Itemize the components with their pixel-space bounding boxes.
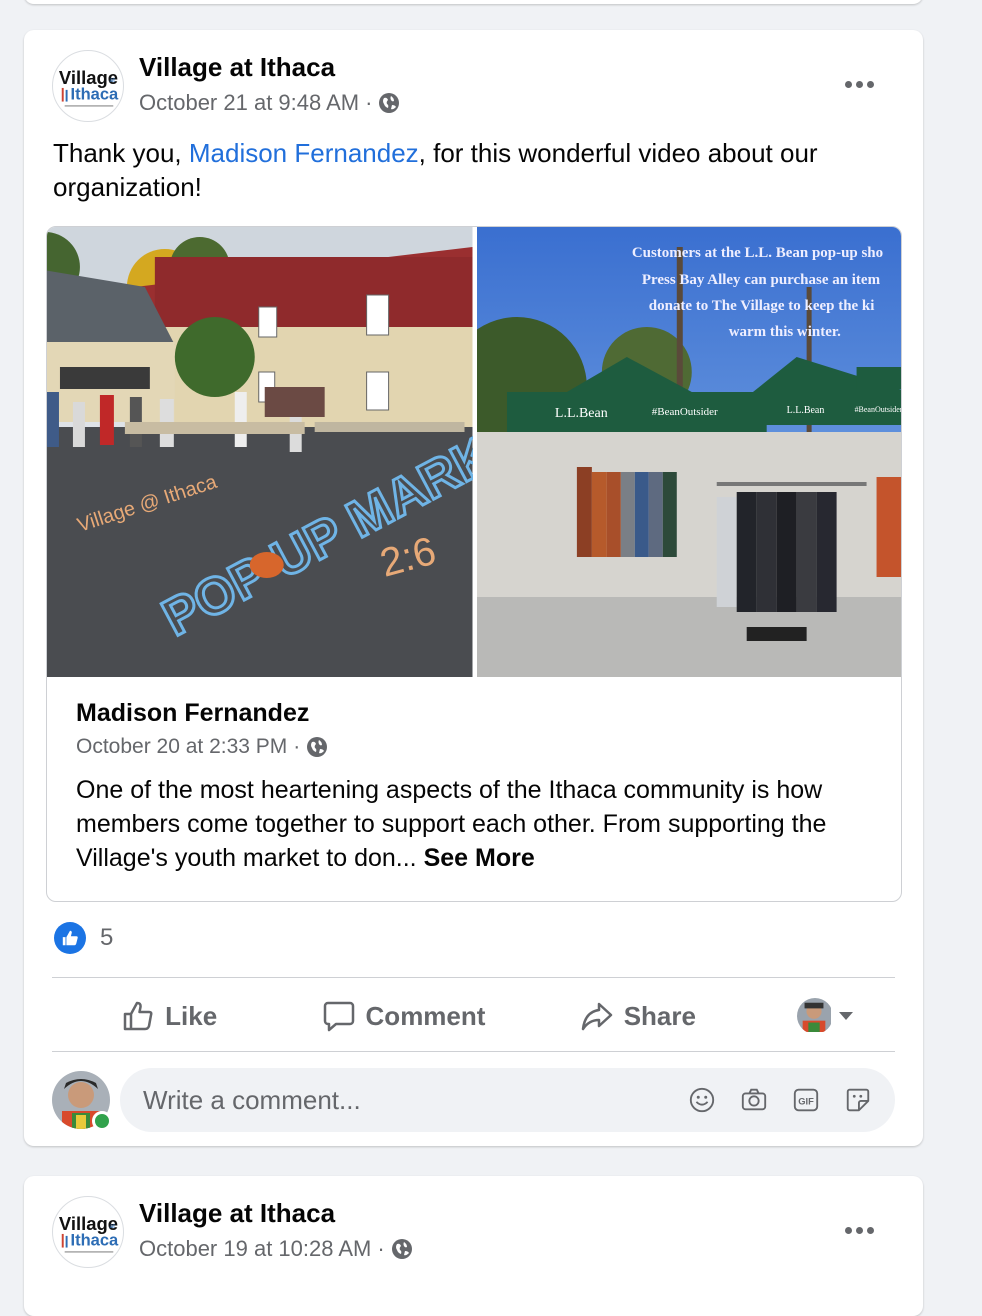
svg-text:GIF: GIF [798, 1097, 814, 1107]
shared-post[interactable]: Village @ Ithaca POP UP MARKET 2:6 L.L.B… [46, 226, 902, 902]
divider [52, 1051, 895, 1052]
share-button[interactable]: Share [521, 980, 755, 1052]
post-author[interactable]: Village at Ithaca [139, 1198, 335, 1229]
shared-post-timestamp[interactable]: October 20 at 2:33 PM [76, 735, 287, 759]
more-options-icon[interactable] [839, 72, 879, 96]
like-reaction-icon [54, 922, 86, 954]
shared-post-meta: October 20 at 2:33 PM · [76, 735, 328, 759]
online-status-indicator [92, 1111, 112, 1131]
camera-icon[interactable] [739, 1085, 769, 1115]
svg-text:#BeanOutsider: #BeanOutsider [854, 405, 902, 414]
post-header: Village at Ithaca Village at Ithaca Octo… [52, 50, 895, 122]
gif-icon[interactable]: GIF [791, 1085, 821, 1115]
comment-composer: GIF [52, 1066, 895, 1132]
chevron-down-icon [838, 1012, 853, 1020]
globe-icon[interactable] [306, 736, 328, 758]
svg-text:L.L.Bean: L.L.Bean [554, 406, 607, 421]
shared-post-author[interactable]: Madison Fernandez [76, 699, 309, 728]
page-avatar[interactable]: Village at Ithaca [52, 1196, 124, 1268]
comment-button[interactable]: Comment [286, 980, 520, 1052]
svg-text:Ithaca: Ithaca [71, 1231, 120, 1250]
post-card: Village at Ithaca Village at Ithaca Octo… [24, 30, 923, 1146]
like-button[interactable]: Like [52, 980, 286, 1052]
svg-text:Ithaca: Ithaca [71, 85, 120, 104]
reaction-count: 5 [100, 924, 114, 951]
photo-pop-up-market[interactable]: Village @ Ithaca POP UP MARKET 2:6 [47, 227, 473, 677]
previous-post-card [24, 0, 923, 4]
comment-input[interactable] [120, 1083, 687, 1117]
post-timestamp[interactable]: October 21 at 9:48 AM [139, 90, 359, 116]
avatar [796, 998, 833, 1034]
post-meta: October 21 at 9:48 AM · [139, 90, 400, 116]
svg-text:at: at [109, 1223, 115, 1230]
emoji-icon[interactable] [687, 1085, 717, 1115]
svg-text:at: at [109, 77, 115, 84]
page-avatar[interactable]: Village at Ithaca [52, 50, 124, 122]
svg-text:Press Bay Alley can purchase a: Press Bay Alley can purchase an item [641, 272, 880, 288]
post-meta: October 19 at 10:28 AM · [139, 1236, 413, 1262]
post-as-selector[interactable] [755, 980, 895, 1052]
share-icon [581, 1002, 612, 1031]
divider [52, 977, 895, 978]
post-text: Thank you, Madison Fernandez, for this w… [53, 138, 818, 202]
comment-icon [323, 1001, 354, 1032]
comment-box[interactable]: GIF [120, 1068, 895, 1132]
reactions-summary[interactable]: 5 [54, 922, 113, 954]
shared-post-text: One of the most heartening aspects of th… [76, 776, 827, 872]
svg-text:donate to The Village to keep: donate to The Village to keep the ki [648, 298, 874, 314]
photo-llbean-popup[interactable]: L.L.Bean #BeanOutsider L.L.Bean #BeanOut… [476, 227, 902, 677]
post-header: Village at Ithaca Village at Ithaca Octo… [52, 1196, 895, 1268]
more-options-icon[interactable] [839, 1218, 879, 1242]
see-more-link[interactable]: See More [424, 844, 535, 872]
avatar[interactable] [52, 1071, 112, 1131]
svg-text:warm this winter.: warm this winter. [728, 324, 840, 340]
photo-grid: Village @ Ithaca POP UP MARKET 2:6 L.L.B… [47, 227, 902, 677]
like-icon [123, 1001, 153, 1031]
globe-icon[interactable] [378, 92, 400, 114]
globe-icon[interactable] [391, 1238, 413, 1260]
mention-link[interactable]: Madison Fernandez [189, 138, 419, 168]
sticker-icon[interactable] [843, 1085, 873, 1115]
svg-text:L.L.Bean: L.L.Bean [786, 405, 824, 416]
svg-text:Customers at the L.L. Bean pop: Customers at the L.L. Bean pop-up sho [631, 245, 882, 261]
next-post-card: Village at Ithaca Village at Ithaca Octo… [24, 1176, 923, 1316]
action-bar: Like Comment Share [52, 980, 895, 1052]
post-timestamp[interactable]: October 19 at 10:28 AM [139, 1236, 371, 1262]
svg-text:#BeanOutsider: #BeanOutsider [651, 406, 717, 418]
post-author[interactable]: Village at Ithaca [139, 52, 335, 83]
